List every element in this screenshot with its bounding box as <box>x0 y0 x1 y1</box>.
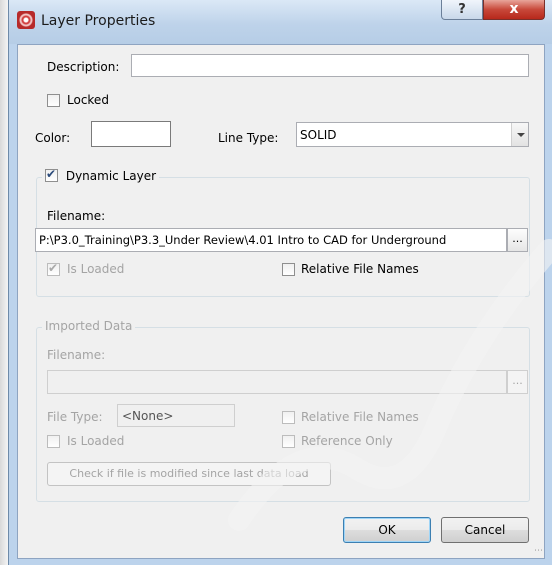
dynamic-layer-label: Dynamic Layer <box>65 169 157 183</box>
dynamic-is-loaded-checkbox <box>47 261 60 276</box>
dynamic-is-loaded-label: Is Loaded <box>67 262 125 276</box>
dynamic-layer-header: Dynamic Layer <box>42 167 160 183</box>
line-type-value: SOLID <box>300 128 337 142</box>
reference-only-checkbox <box>282 435 295 448</box>
background-edge <box>0 0 8 565</box>
imported-filename-label: Filename: <box>47 348 106 362</box>
file-type-value: <None> <box>122 409 174 423</box>
color-label: Color: <box>35 131 71 145</box>
check-modified-button: Check if file is modified since last dat… <box>47 462 331 486</box>
locked-label: Locked <box>67 93 109 107</box>
imported-filename-input <box>47 370 507 394</box>
dialog-body: Description: Locked Color: Line Type: SO… <box>17 44 545 559</box>
relative-file-names-label: Relative File Names <box>301 262 419 276</box>
app-icon <box>17 11 35 29</box>
imported-is-loaded-label: Is Loaded <box>67 434 125 448</box>
imported-browse-button: ... <box>507 370 528 394</box>
relative-file-names-checkbox[interactable] <box>282 263 295 276</box>
dynamic-filename-label: Filename: <box>47 209 106 223</box>
file-type-label: File Type: <box>47 410 103 424</box>
line-type-label: Line Type: <box>218 131 279 145</box>
imported-relative-names-checkbox <box>282 411 295 424</box>
close-button[interactable]: x <box>483 0 545 20</box>
dynamic-filename-input[interactable]: P:\P3.0_Training\P3.3_Under Review\4.01 … <box>35 228 507 252</box>
imported-data-title: Imported Data <box>42 319 136 333</box>
title-bar[interactable]: Layer Properties ? x <box>9 0 552 44</box>
reference-only-label: Reference Only <box>301 434 393 448</box>
description-input[interactable] <box>131 54 529 77</box>
help-button[interactable]: ? <box>441 0 483 20</box>
color-swatch[interactable] <box>91 121 171 147</box>
cancel-button[interactable]: Cancel <box>441 517 529 543</box>
window-title: Layer Properties <box>41 13 156 29</box>
chevron-down-icon[interactable] <box>511 123 528 146</box>
dynamic-browse-button[interactable]: ... <box>507 228 528 252</box>
imported-is-loaded-checkbox <box>47 435 60 448</box>
description-label: Description: <box>47 60 120 74</box>
locked-checkbox[interactable] <box>47 94 60 107</box>
file-type-field: <None> <box>117 404 235 427</box>
resize-grip-icon[interactable]: ⋯ <box>534 546 543 556</box>
line-type-select[interactable]: SOLID <box>296 122 529 147</box>
dynamic-filename-value: P:\P3.0_Training\P3.3_Under Review\4.01 … <box>39 233 447 247</box>
layer-properties-dialog: Layer Properties ? x Description: Locked… <box>8 0 552 565</box>
ok-button[interactable]: OK <box>343 517 431 543</box>
dynamic-layer-checkbox[interactable] <box>45 167 58 182</box>
imported-relative-names-label: Relative File Names <box>301 410 419 424</box>
